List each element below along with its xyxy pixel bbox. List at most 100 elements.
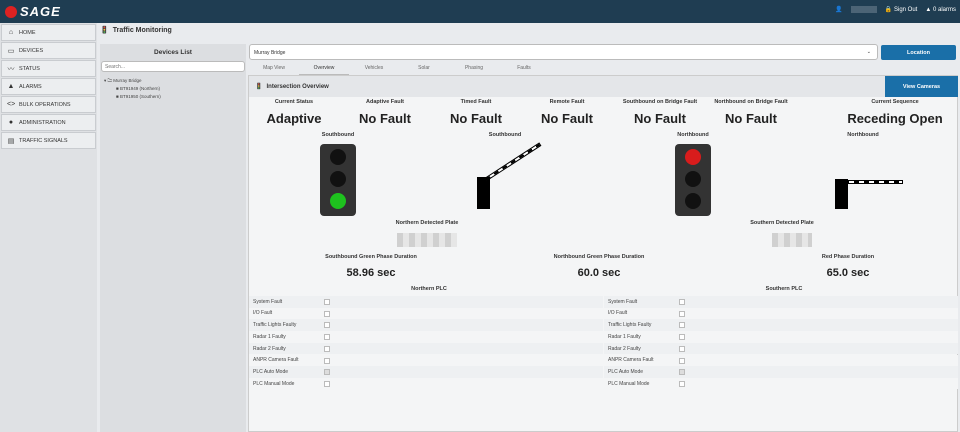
stat-value: Receding Open (847, 111, 943, 126)
warning-icon: ▲ (925, 6, 932, 13)
plc-row: Radar 1 Faulty (604, 331, 958, 343)
plc-checkbox[interactable] (679, 299, 685, 305)
red-lamp (685, 149, 701, 165)
tab-phasing[interactable]: Phasing (449, 62, 499, 76)
sign-out-button[interactable]: 🔒 Sign Out (885, 6, 918, 13)
location-button[interactable]: Location (881, 45, 956, 60)
plc-checkbox[interactable] (324, 310, 330, 317)
sidebar-icon: ▤ (7, 137, 15, 145)
plc-row-label: PLC Manual Mode (608, 380, 650, 387)
plc-row: PLC Auto Mode (604, 366, 958, 378)
tab-solar[interactable]: Solar (399, 62, 449, 76)
alarms-button[interactable]: ▲ 0 alarms (925, 7, 956, 13)
plc-row-label: PLC Manual Mode (253, 380, 295, 387)
plc-checkbox[interactable] (679, 334, 685, 341)
sidebar-item-status[interactable]: 〰 STATUS (1, 60, 96, 77)
plc-row-label: Traffic Lights Faulty (253, 322, 297, 329)
plc-checkbox[interactable] (679, 369, 685, 376)
sidebar-item-traffic-signals[interactable]: ▤ TRAFFIC SIGNALS (1, 132, 96, 149)
tree-item[interactable]: ■ BT91949 (Northern) (104, 85, 242, 93)
plc-row-label: ANPR Camera Fault (253, 357, 299, 364)
traffic-icon: 🚦 (100, 27, 109, 34)
tab-overview[interactable]: Overview (299, 62, 349, 76)
signal-label: Southbound (321, 132, 355, 138)
plc-row: ANPR Camera Fault (249, 354, 603, 367)
plc-checkbox[interactable] (324, 322, 330, 329)
plc-checkbox[interactable] (324, 299, 330, 305)
panel-header: 🚦 Intersection Overview (249, 76, 957, 97)
barrier-post (477, 177, 490, 209)
tree-item[interactable]: ■ BT91950 (Southern) (104, 93, 242, 101)
plc-row-label: Radar 2 Faulty (253, 345, 286, 352)
plc-checkbox[interactable] (324, 345, 330, 352)
plc-row-label: Radar 2 Faulty (608, 345, 641, 352)
sidebar-item-label: ALARMS (19, 83, 42, 90)
plc-checkbox[interactable] (679, 357, 685, 364)
stat-value: No Fault (725, 111, 777, 126)
stat-label: Current Sequence (871, 99, 919, 105)
tab-faults[interactable]: Faults (499, 62, 549, 76)
plc-checkbox[interactable] (324, 357, 330, 364)
plc-row: PLC Manual Mode (249, 377, 603, 390)
green-lamp (685, 193, 701, 209)
chevron-down-icon: ⌄ (866, 49, 871, 55)
sidebar-item-administration[interactable]: ● ADMINISTRATION (1, 114, 96, 131)
plc-checkbox[interactable] (324, 334, 330, 341)
plc-checkbox[interactable] (679, 322, 685, 329)
sidebar-icon: ▭ (7, 47, 15, 55)
sidebar-icon: ● (8, 119, 14, 126)
plc-checkbox[interactable] (324, 369, 330, 376)
lock-icon: 🔒 (884, 7, 893, 13)
view-cameras-button[interactable]: View Cameras (885, 76, 958, 97)
sidebar-item-label: TRAFFIC SIGNALS (19, 137, 68, 144)
location-value: Murray Bridge (254, 50, 286, 56)
plc-checkbox[interactable] (679, 380, 685, 387)
tree-root[interactable]: ▾ 🗀 Murray Bridge (104, 77, 242, 85)
sidebar-item-alarms[interactable]: ▲ ALARMS (1, 78, 96, 95)
devices-title: Devices List (154, 49, 192, 56)
sidebar-item-label: HOME (19, 29, 36, 36)
plc-row: Traffic Lights Faulty (249, 319, 603, 331)
sidebar-item-bulk-operations[interactable]: <> BULK OPERATIONS (1, 96, 96, 113)
sidebar-item-home[interactable]: ⌂ HOME (1, 24, 96, 41)
plc-row: I/O Fault (249, 307, 603, 320)
plc-row-label: ANPR Camera Fault (608, 357, 654, 364)
user-icon[interactable]: 👤 (835, 6, 842, 13)
plc-row: Radar 2 Faulty (604, 342, 958, 355)
plc-row: ANPR Camera Fault (604, 354, 958, 367)
plc-row-label: Radar 1 Faulty (253, 333, 286, 340)
sidebar-item-label: BULK OPERATIONS (19, 101, 71, 108)
location-select[interactable]: Murray Bridge ⌄ (249, 44, 878, 60)
logo[interactable]: SAGE (5, 4, 61, 19)
plc-row-label: I/O Fault (253, 310, 273, 317)
sidebar-item-devices[interactable]: ▭ DEVICES (1, 42, 96, 59)
device-search-input[interactable] (101, 61, 245, 72)
tab-vehicles[interactable]: Vehicles (349, 62, 399, 76)
tab-map-view[interactable]: Map View (249, 62, 299, 76)
overview-panel: 🚦 Intersection Overview View Cameras Curr… (248, 75, 958, 432)
signal-label: Northbound (847, 132, 879, 138)
plc-row: System Fault (604, 296, 958, 308)
plc-row: Traffic Lights Faulty (604, 319, 958, 331)
user-name-redacted (850, 6, 877, 13)
brand: SAGE (20, 4, 61, 19)
alarms-label: 0 alarms (932, 6, 956, 13)
plc-row: System Fault (249, 296, 603, 308)
plc-title: Southern PLC (765, 286, 803, 292)
duration-label: Northbound Green Phase Duration (553, 254, 645, 260)
duration-label: Red Phase Duration (821, 254, 875, 260)
plc-checkbox[interactable] (679, 310, 685, 317)
sidebar-icon: 〰 (7, 65, 15, 73)
sidebar-item-label: ADMINISTRATION (19, 119, 66, 126)
logo-icon (5, 5, 17, 18)
tree-item-label: BT91950 (Southern) (119, 94, 161, 99)
plc-checkbox[interactable] (324, 380, 330, 387)
duration-value: 65.0 sec (826, 267, 870, 279)
sidebar-icon: ⌂ (8, 29, 14, 36)
plc-checkbox[interactable] (679, 345, 685, 352)
page-title-text: Traffic Monitoring (112, 26, 172, 34)
sign-out-label: Sign Out (894, 7, 918, 13)
stat-label: Northbound on Bridge Fault (714, 99, 788, 105)
sidebar-icon: ▲ (7, 83, 15, 90)
tree-root-label: Murray Bridge (113, 78, 142, 83)
